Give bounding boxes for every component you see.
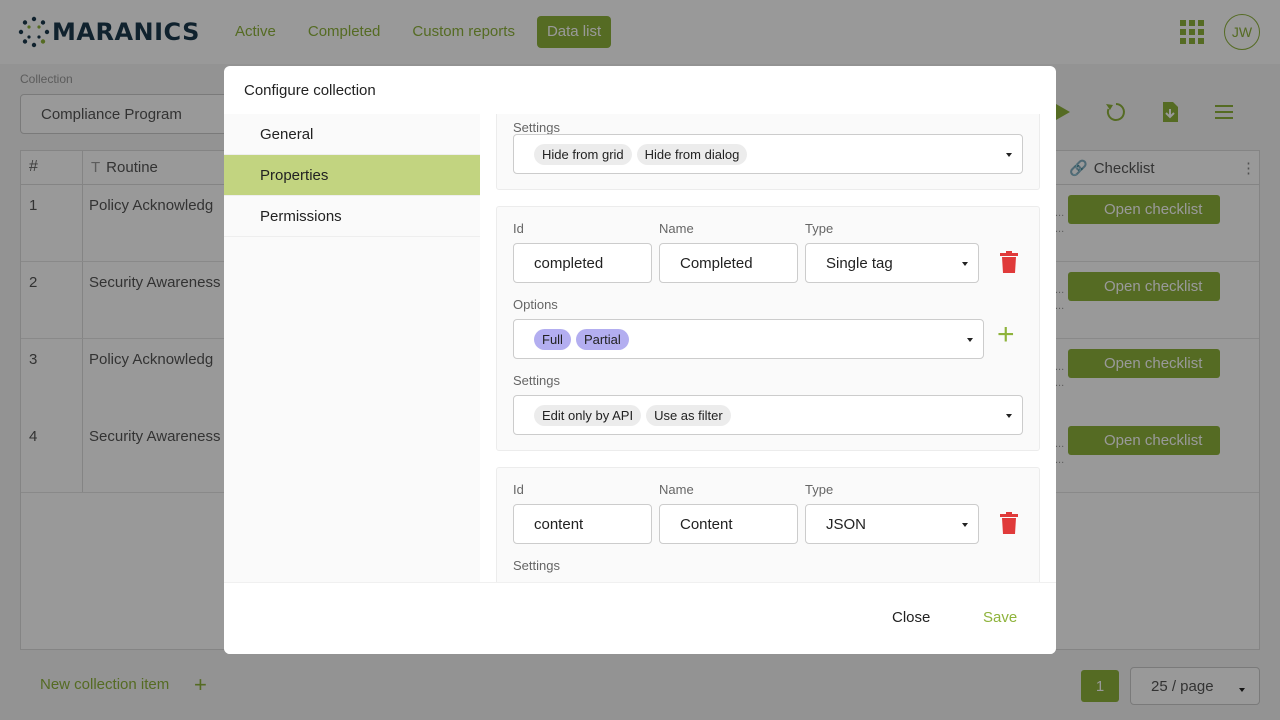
options-select[interactable]: Full Partial [513,319,984,359]
dialog-footer: Close Save [224,582,1056,654]
type-select-value: JSON [826,516,867,533]
settings-label: Settings [513,120,560,135]
property-card: Settings Hide from grid Hide from dialog [496,114,1040,190]
id-input[interactable]: completed [513,243,652,283]
chevron-down-icon [1006,414,1012,418]
delete-trash-icon[interactable] [1000,512,1018,534]
type-select[interactable]: JSON [805,504,979,544]
option-tag[interactable]: Partial [575,328,629,350]
sidebar-item-properties[interactable]: Properties [224,155,480,196]
name-input[interactable]: Content [659,504,798,544]
chevron-down-icon [962,523,968,527]
dialog-title: Configure collection [244,82,376,99]
type-select[interactable]: Single tag [805,243,979,283]
settings-label: Settings [513,558,560,573]
configure-collection-dialog: Configure collection General Properties … [224,66,1056,654]
settings-tag[interactable]: Use as filter [646,404,731,426]
id-input[interactable]: content [513,504,652,544]
id-label: Id [513,482,524,497]
chevron-down-icon [1006,153,1012,157]
settings-tag[interactable]: Hide from dialog [636,143,748,165]
settings-tag[interactable]: Hide from grid [534,143,632,165]
name-label: Name [659,221,694,236]
properties-panel[interactable]: Settings Hide from grid Hide from dialog… [480,114,1056,582]
settings-select[interactable]: Edit only by API Use as filter [513,395,1023,435]
sidebar-item-general[interactable]: General [224,114,480,155]
property-card: Id Name Type content Content JSON Settin… [496,467,1040,582]
type-label: Type [805,221,834,236]
name-input[interactable]: Completed [659,243,798,283]
settings-tag[interactable]: Edit only by API [534,404,642,426]
sidebar-item-permissions[interactable]: Permissions [224,196,480,237]
id-label: Id [513,221,524,236]
name-label: Name [659,482,694,497]
delete-trash-icon[interactable] [1000,251,1018,273]
dialog-sidebar: General Properties Permissions [224,114,480,582]
property-card: Id Name Type completed Completed Single … [496,206,1040,451]
type-select-value: Single tag [826,255,893,272]
chevron-down-icon [962,262,968,266]
option-tag[interactable]: Full [534,328,571,350]
options-label: Options [513,297,558,312]
type-label: Type [805,482,834,497]
add-option-icon[interactable]: + [997,320,1015,350]
close-button[interactable]: Close [892,609,930,626]
settings-label: Settings [513,373,560,388]
settings-select[interactable]: Hide from grid Hide from dialog [513,134,1023,174]
chevron-down-icon [967,338,973,342]
save-button[interactable]: Save [983,609,1017,626]
